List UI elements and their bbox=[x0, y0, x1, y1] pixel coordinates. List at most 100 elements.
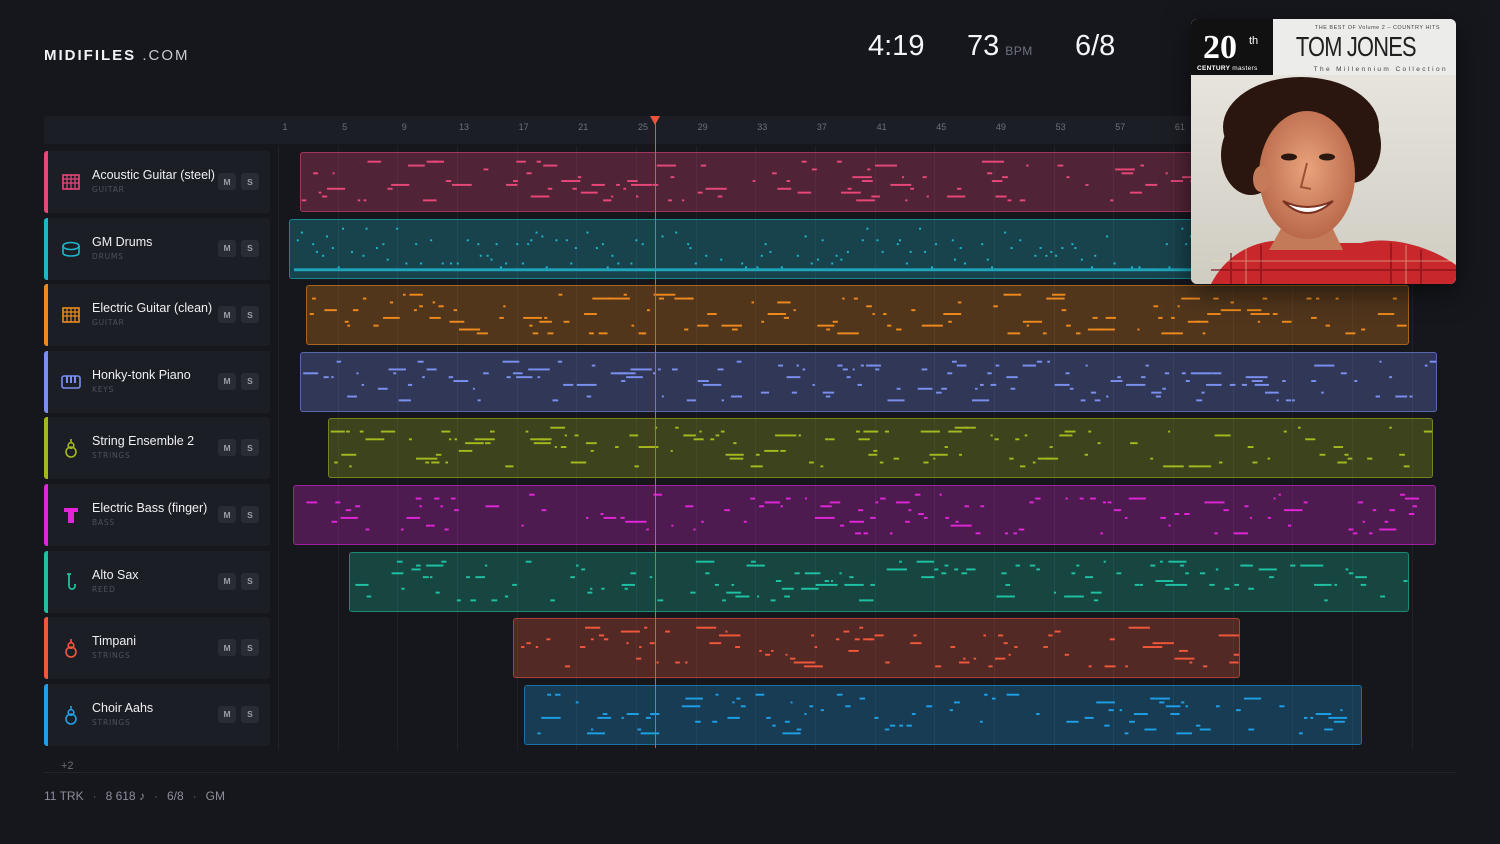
separator: · bbox=[192, 789, 197, 803]
ruler-tick: 25 bbox=[637, 122, 648, 132]
track-header[interactable]: Timpani STRINGS M S bbox=[44, 617, 270, 680]
mute-button[interactable]: M bbox=[218, 705, 236, 723]
track-category: DRUMS bbox=[92, 251, 124, 261]
footer-summary: 11 TRK · 8 618 ♪ · 6/8 · GM bbox=[44, 789, 225, 803]
track-header[interactable]: Choir Aahs STRINGS M S bbox=[44, 683, 270, 746]
more-tracks-indicator[interactable]: +2 bbox=[61, 760, 74, 772]
track-category: BASS bbox=[92, 518, 115, 527]
track-color-stripe bbox=[44, 350, 48, 413]
track-name: Electric Bass (finger) bbox=[92, 501, 208, 515]
badge-sup: th bbox=[1249, 35, 1259, 47]
midi-clip[interactable] bbox=[524, 684, 1362, 745]
footer-divider bbox=[44, 772, 1456, 773]
ruler-tick: 49 bbox=[995, 122, 1006, 132]
artist-portrait bbox=[1191, 75, 1456, 284]
solo-button[interactable]: S bbox=[241, 639, 259, 657]
track-count: 11 TRK bbox=[44, 789, 84, 803]
track-name: Honky-tonk Piano bbox=[92, 367, 191, 382]
track-header[interactable]: Alto Sax REED M S bbox=[44, 550, 270, 613]
midi-standard: GM bbox=[205, 789, 225, 803]
ruler-tick: 53 bbox=[1055, 122, 1066, 132]
note-pattern bbox=[306, 493, 1420, 535]
album-cover: 20 th CENTURY masters THE BEST OF Volume… bbox=[1191, 19, 1456, 284]
mute-button[interactable]: M bbox=[218, 639, 236, 657]
album-artist: TOM JONES bbox=[1296, 31, 1417, 62]
separator: · bbox=[92, 789, 97, 803]
track-category: REED bbox=[92, 584, 116, 594]
track-color-stripe bbox=[44, 550, 48, 613]
track-color-stripe bbox=[44, 217, 48, 280]
ruler-tick: 37 bbox=[816, 122, 827, 132]
track-color-stripe bbox=[44, 151, 48, 213]
track-category: GUITAR bbox=[92, 185, 125, 194]
solo-button[interactable]: S bbox=[241, 306, 259, 324]
bar-gridline bbox=[278, 146, 279, 750]
ruler-tick: 21 bbox=[578, 122, 589, 132]
ruler-tick: 9 bbox=[401, 122, 407, 132]
midi-clip[interactable] bbox=[513, 618, 1240, 679]
note-pattern bbox=[309, 293, 1407, 335]
bass-icon bbox=[60, 504, 82, 526]
solo-button[interactable]: S bbox=[241, 506, 259, 523]
ruler-tick: 17 bbox=[518, 122, 529, 132]
ruler-tick: 1 bbox=[282, 122, 288, 132]
track-category: KEYS bbox=[92, 384, 115, 394]
track-header[interactable]: Honky-tonk Piano KEYS M S bbox=[44, 350, 270, 413]
note-count: 8 618 ♪ bbox=[105, 789, 145, 803]
midi-clip[interactable] bbox=[328, 418, 1433, 479]
mute-button[interactable]: M bbox=[218, 239, 236, 257]
mute-button[interactable]: M bbox=[218, 572, 236, 590]
track-header[interactable]: String Ensemble 2 STRINGS M S bbox=[44, 417, 270, 480]
song-tempo: 73 BPM bbox=[967, 30, 1033, 74]
track-header[interactable]: Acoustic Guitar (steel) GUITAR M S bbox=[44, 151, 270, 213]
brand-name: MIDIFILES bbox=[44, 47, 137, 64]
tempo-unit: BPM bbox=[1005, 44, 1033, 58]
badge-line-bold: CENTURY bbox=[1197, 65, 1231, 72]
strings-icon bbox=[60, 437, 82, 459]
brand-logo[interactable]: MIDIFILES .COM bbox=[44, 47, 190, 64]
separator: · bbox=[153, 789, 158, 803]
mute-button[interactable]: M bbox=[218, 506, 236, 523]
track-category: STRINGS bbox=[92, 717, 131, 727]
track-header[interactable]: Electric Bass (finger) BASS M S bbox=[44, 484, 270, 546]
mute-button[interactable]: M bbox=[218, 306, 236, 324]
track-color-stripe bbox=[44, 484, 48, 546]
track-header[interactable]: GM Drums DRUMS M S bbox=[44, 217, 270, 280]
song-meter: 6/8 bbox=[1075, 30, 1115, 74]
solo-button[interactable]: S bbox=[241, 439, 259, 457]
ruler-tick: 61 bbox=[1174, 122, 1185, 132]
playhead[interactable] bbox=[655, 122, 656, 748]
tempo-value: 73 bbox=[967, 30, 1000, 62]
mute-button[interactable]: M bbox=[218, 439, 236, 457]
midi-clip[interactable] bbox=[306, 285, 1409, 346]
track-name: Electric Guitar (clean) bbox=[92, 301, 213, 316]
track-name: Alto Sax bbox=[92, 567, 139, 582]
solo-button[interactable]: S bbox=[241, 572, 259, 590]
choir-icon bbox=[60, 704, 82, 726]
ruler-tick: 33 bbox=[757, 122, 768, 132]
brand-suffix: .COM bbox=[142, 47, 190, 64]
track-name: Acoustic Guitar (steel) bbox=[92, 168, 215, 182]
midi-clip[interactable] bbox=[300, 351, 1437, 412]
track-color-stripe bbox=[44, 617, 48, 680]
mute-button[interactable]: M bbox=[218, 372, 236, 390]
solo-button[interactable]: S bbox=[241, 173, 259, 190]
midi-clip[interactable] bbox=[349, 551, 1409, 612]
footer-meter: 6/8 bbox=[166, 789, 184, 803]
solo-button[interactable]: S bbox=[241, 239, 259, 257]
solo-button[interactable]: S bbox=[241, 705, 259, 723]
note-pattern bbox=[520, 626, 1239, 668]
track-color-stripe bbox=[44, 683, 48, 746]
mute-button[interactable]: M bbox=[218, 173, 236, 190]
midi-clip[interactable] bbox=[293, 485, 1436, 545]
badge-number: 20 bbox=[1203, 29, 1237, 66]
ruler-tick: 57 bbox=[1115, 122, 1126, 132]
solo-button[interactable]: S bbox=[241, 372, 259, 390]
track-header[interactable]: Electric Guitar (clean) GUITAR M S bbox=[44, 284, 270, 347]
track-name: Choir Aahs bbox=[92, 700, 154, 715]
note-pattern bbox=[330, 427, 1432, 468]
meter-value: 6/8 bbox=[1075, 30, 1116, 62]
track-name: String Ensemble 2 bbox=[92, 434, 195, 449]
track-name: GM Drums bbox=[92, 234, 153, 249]
note-pattern bbox=[303, 360, 1436, 402]
